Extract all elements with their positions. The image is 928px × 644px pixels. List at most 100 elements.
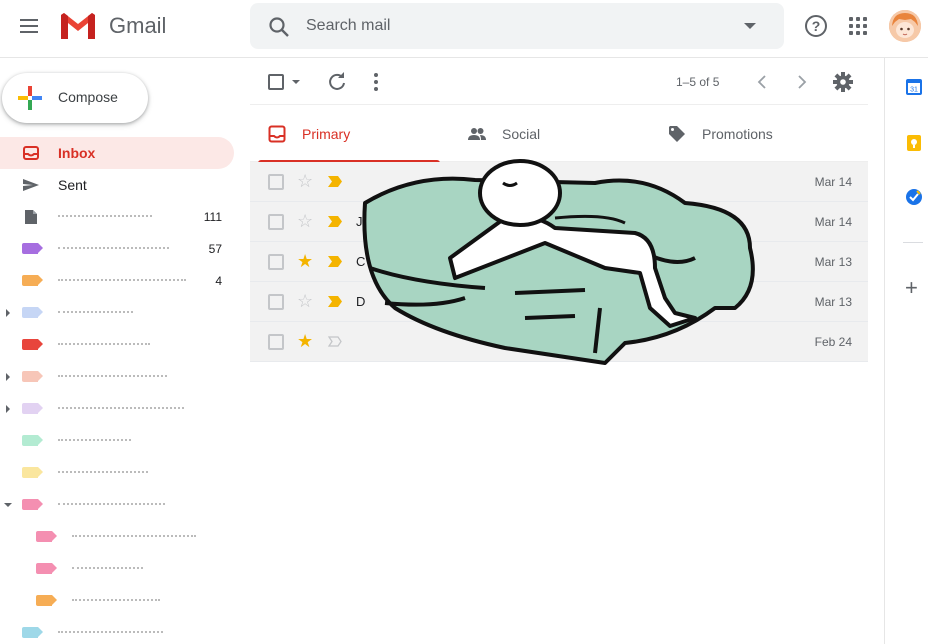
mail-date: Mar 13 xyxy=(814,295,852,309)
important-marker-icon[interactable] xyxy=(328,296,342,307)
important-marker-icon[interactable] xyxy=(328,216,342,227)
redacted-label-text xyxy=(58,503,165,506)
redacted-label-text xyxy=(58,439,131,442)
important-marker-icon[interactable] xyxy=(328,176,342,187)
label-icon xyxy=(36,595,57,606)
tab-primary[interactable]: Primary xyxy=(250,106,440,163)
avatar[interactable] xyxy=(889,10,921,42)
calendar-icon[interactable]: 31 xyxy=(905,78,923,96)
sidebar-item[interactable] xyxy=(0,297,240,329)
tag-icon xyxy=(669,126,685,142)
row-checkbox[interactable] xyxy=(268,334,284,350)
refresh-icon[interactable] xyxy=(327,72,347,92)
sidebar-item[interactable]: Inbox xyxy=(0,137,234,169)
search-input[interactable] xyxy=(306,15,726,37)
sidebar-item[interactable] xyxy=(0,585,240,617)
label-icon xyxy=(22,243,43,254)
keep-icon[interactable] xyxy=(905,134,923,152)
menu-bar xyxy=(20,31,38,33)
search-bar[interactable] xyxy=(250,3,784,49)
sidebar-item[interactable]: 4 xyxy=(0,265,240,297)
select-dropdown-icon[interactable] xyxy=(292,80,300,84)
star-icon[interactable]: ★ xyxy=(297,332,313,350)
sidebar-item[interactable] xyxy=(0,425,240,457)
sidebar-item-label: Sent xyxy=(58,177,87,193)
sidebar-item[interactable] xyxy=(0,553,240,585)
search-options-dropdown-icon[interactable] xyxy=(744,23,756,29)
sidebar-item[interactable]: 111 xyxy=(0,201,240,233)
redacted-label-text xyxy=(58,631,163,634)
sidebar-item-count: 111 xyxy=(203,210,222,224)
label-icon xyxy=(22,467,43,478)
mail-toolbar: 1–5 of 5 xyxy=(250,60,868,105)
label-icon xyxy=(22,627,43,638)
send-icon xyxy=(23,179,39,191)
add-addon-icon[interactable]: + xyxy=(905,277,918,299)
menu-bar xyxy=(20,25,38,27)
gmail-logo-icon[interactable] xyxy=(59,11,97,41)
redacted-label-text xyxy=(58,311,133,314)
inbox-icon xyxy=(23,146,39,160)
redacted-label-text xyxy=(72,599,160,602)
sidebar-item[interactable] xyxy=(0,521,240,553)
side-panel-divider xyxy=(903,242,923,243)
row-checkbox[interactable] xyxy=(268,174,284,190)
important-marker-icon[interactable] xyxy=(328,256,342,267)
caret-right-icon[interactable] xyxy=(6,373,10,381)
people-icon xyxy=(468,128,486,140)
star-icon[interactable]: ☆ xyxy=(297,172,313,190)
important-marker-icon[interactable] xyxy=(328,336,342,347)
tab-promotions[interactable]: Promotions xyxy=(650,106,840,162)
plus-icon xyxy=(18,86,42,110)
label-icon xyxy=(22,339,43,350)
label-icon xyxy=(36,531,57,542)
select-all-checkbox[interactable] xyxy=(268,74,284,90)
sidebar-item[interactable] xyxy=(0,617,240,644)
sidebar-item[interactable] xyxy=(0,457,240,489)
side-panel: 31 + xyxy=(884,58,928,644)
label-icon xyxy=(22,275,43,286)
main-menu-button[interactable] xyxy=(18,15,42,39)
row-checkbox[interactable] xyxy=(268,254,284,270)
app-name[interactable]: Gmail xyxy=(109,13,166,39)
inbox-tabs: Primary Social Promotions xyxy=(250,106,868,163)
chevron-left-icon[interactable] xyxy=(756,75,768,89)
mail-date: Mar 14 xyxy=(814,215,852,229)
star-icon[interactable]: ☆ xyxy=(297,292,313,310)
star-icon[interactable]: ★ xyxy=(297,252,313,270)
star-icon[interactable]: ☆ xyxy=(297,212,313,230)
caret-right-icon[interactable] xyxy=(6,309,10,317)
sidebar-item[interactable]: 57 xyxy=(0,233,240,265)
mail-date: Feb 24 xyxy=(814,335,852,349)
sidebar-item[interactable] xyxy=(0,329,240,361)
label-icon xyxy=(22,435,43,446)
pagination-info: 1–5 of 5 xyxy=(676,75,720,89)
sidebar-item[interactable]: Sent xyxy=(0,169,240,201)
sidebar-item-count: 57 xyxy=(208,242,222,256)
tab-label: Primary xyxy=(302,126,351,142)
chevron-right-icon[interactable] xyxy=(796,75,808,89)
google-apps-icon[interactable] xyxy=(849,17,867,35)
sidebar-item[interactable] xyxy=(0,489,240,521)
calendar-day: 31 xyxy=(910,87,918,94)
row-checkbox[interactable] xyxy=(268,294,284,310)
sidebar-item[interactable] xyxy=(0,361,240,393)
redacted-label-text xyxy=(58,375,167,378)
lounging-figure-sticker xyxy=(362,159,755,365)
mail-date: Mar 14 xyxy=(814,175,852,189)
help-icon[interactable]: ? xyxy=(805,15,827,37)
sidebar-item[interactable] xyxy=(0,393,240,425)
more-options-icon[interactable] xyxy=(374,73,378,91)
redacted-label-text xyxy=(58,407,184,410)
gear-icon[interactable] xyxy=(832,71,854,93)
caret-right-icon[interactable] xyxy=(6,405,10,413)
label-icon xyxy=(22,499,43,510)
tab-social[interactable]: Social xyxy=(450,106,640,162)
tasks-icon[interactable] xyxy=(905,188,923,206)
tab-label: Social xyxy=(502,126,541,142)
search-icon[interactable] xyxy=(268,16,290,38)
compose-button[interactable]: Compose xyxy=(2,73,148,123)
row-checkbox[interactable] xyxy=(268,214,284,230)
menu-bar xyxy=(20,19,38,21)
caret-down-icon[interactable] xyxy=(4,503,12,507)
